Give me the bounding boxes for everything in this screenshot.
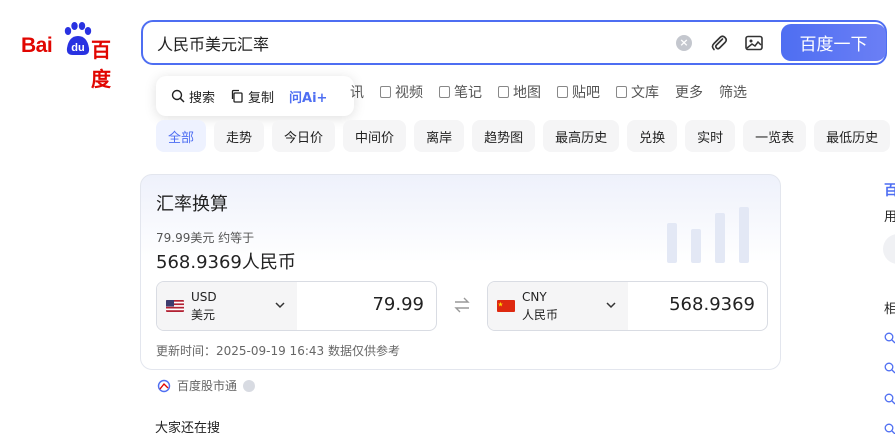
chip-offshore[interactable]: 离岸 — [414, 120, 465, 152]
popup-search-label: 搜索 — [189, 90, 216, 106]
chip-trend[interactable]: 走势 — [214, 120, 265, 152]
popup-ai-label: 问Ai+ — [289, 90, 328, 106]
from-amount-input[interactable]: 79.99 — [372, 294, 424, 315]
to-currency-name: 人民币 — [522, 308, 559, 322]
paw-icon: du — [64, 22, 92, 55]
tab-label: 筛选 — [719, 85, 747, 101]
doc-icon — [616, 86, 627, 98]
tab-wenku[interactable]: 文库 — [616, 82, 659, 102]
tab-label: 更多 — [675, 85, 703, 101]
from-currency-box: USD 美元 79.99 — [156, 281, 437, 331]
chip-exchange[interactable]: 兑换 — [627, 120, 678, 152]
stock-app-icon — [157, 379, 171, 392]
tab-news[interactable]: 讯 — [350, 82, 364, 102]
us-flag-icon — [166, 300, 184, 312]
search-icon[interactable] — [884, 362, 895, 374]
tab-label: 地图 — [513, 85, 541, 101]
tab-label: 笔记 — [454, 85, 482, 101]
right-panel-title[interactable]: 百 — [884, 180, 895, 200]
popup-ask-ai-button[interactable]: 问Ai+ — [289, 87, 327, 106]
tab-tieba[interactable]: 贴吧 — [557, 82, 600, 102]
swap-icon[interactable] — [452, 295, 472, 315]
search-icon — [171, 89, 185, 103]
search-icon[interactable] — [884, 393, 895, 405]
from-currency-code: USD — [191, 290, 217, 304]
paperclip-icon[interactable] — [709, 33, 729, 53]
right-panel-subtitle: 用 — [884, 210, 895, 225]
popup-copy-button[interactable]: 复制 — [230, 87, 274, 106]
search-icon[interactable] — [884, 423, 895, 434]
chip-historical-low[interactable]: 最低历史 — [814, 120, 891, 152]
search-category-tabs: 讯 视频 笔记 地图 贴吧 文库 更多 筛选 — [350, 82, 763, 102]
update-time: 更新时间：2025-09-19 16:43 数据仅供参考 — [156, 344, 400, 358]
search-box[interactable]: × 百度一下 — [141, 20, 887, 65]
tab-label: 讯 — [350, 85, 364, 101]
chip-realtime[interactable]: 实时 — [685, 120, 736, 152]
tab-label: 贴吧 — [572, 85, 600, 101]
tab-filter[interactable]: 筛选 — [719, 82, 747, 102]
related-chips: 全部 走势 今日价 中间价 离岸 趋势图 最高历史 兑换 实时 一览表 最低历史 — [156, 120, 895, 152]
map-icon — [498, 86, 509, 98]
conversion-subtitle: 79.99美元 约等于 — [156, 231, 255, 245]
chevron-down-icon — [275, 302, 285, 309]
paw-text: du — [71, 42, 84, 54]
exchange-rate-card: 汇率换算 79.99美元 约等于 568.9369人民币 USD 美元 79.9… — [140, 174, 781, 370]
tieba-icon — [557, 86, 568, 98]
tab-label: 视频 — [395, 85, 423, 101]
chevron-down-icon — [606, 302, 616, 309]
card-title: 汇率换算 — [156, 194, 228, 215]
copy-icon — [231, 89, 243, 103]
tab-notes[interactable]: 笔记 — [439, 82, 482, 102]
image-search-icon[interactable] — [744, 33, 764, 53]
search-button[interactable]: 百度一下 — [781, 24, 886, 61]
logo-text-baidu: 百度 — [91, 38, 111, 91]
tab-more[interactable]: 更多 — [675, 82, 703, 102]
chip-all[interactable]: 全部 — [156, 120, 207, 152]
source-attribution[interactable]: 百度股市通 — [157, 377, 256, 394]
chip-historical-high[interactable]: 最高历史 — [543, 120, 620, 152]
also-search-heading: 大家还在搜 — [155, 421, 221, 434]
search-input[interactable] — [157, 33, 657, 52]
video-icon — [380, 86, 391, 98]
right-panel-avatar — [883, 234, 895, 264]
right-panel-related-label: 相 — [884, 302, 895, 317]
clear-icon[interactable]: × — [676, 35, 692, 51]
to-currency-select[interactable]: CNY 人民币 — [488, 282, 628, 330]
verified-icon — [243, 379, 256, 392]
chip-overview-table[interactable]: 一览表 — [743, 120, 807, 152]
source-label: 百度股市通 — [177, 379, 238, 393]
tab-map[interactable]: 地图 — [498, 82, 541, 102]
popup-copy-label: 复制 — [248, 90, 275, 106]
to-amount-value[interactable]: 568.9369 — [669, 294, 755, 315]
chip-today-price[interactable]: 今日价 — [272, 120, 336, 152]
chip-trend-chart[interactable]: 趋势图 — [472, 120, 536, 152]
to-currency-code: CNY — [522, 290, 547, 304]
china-flag-icon — [497, 300, 515, 312]
baidu-logo[interactable]: Bai du 百度 — [21, 22, 125, 91]
from-currency-select[interactable]: USD 美元 — [157, 282, 297, 330]
selection-popup: 搜索 复制 问Ai+ — [156, 76, 354, 116]
from-currency-name: 美元 — [191, 308, 216, 322]
to-currency-box: CNY 人民币 568.9369 — [487, 281, 768, 331]
decorative-bars-icon — [667, 207, 749, 263]
tab-video[interactable]: 视频 — [380, 82, 423, 102]
chip-middle-price[interactable]: 中间价 — [343, 120, 407, 152]
search-icon[interactable] — [884, 332, 895, 344]
tab-label: 文库 — [631, 85, 659, 101]
logo-text-bai: Bai — [21, 34, 53, 57]
conversion-result: 568.9369人民币 — [156, 252, 296, 273]
note-icon — [439, 86, 450, 98]
popup-search-button[interactable]: 搜索 — [171, 87, 215, 106]
